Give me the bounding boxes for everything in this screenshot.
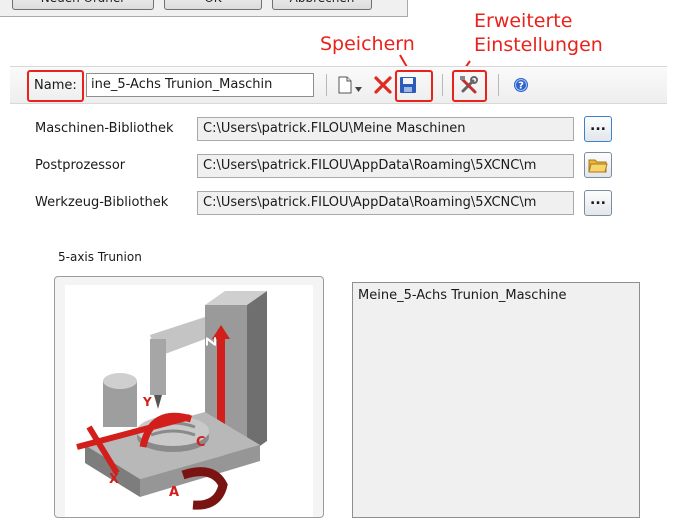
annotation-name-highlight xyxy=(27,70,84,102)
machine-preview-panel[interactable]: Z Y X C A xyxy=(54,276,324,518)
toolbar-separator xyxy=(498,74,499,96)
cancel-button[interactable]: Abbrechen xyxy=(272,0,372,10)
annotation-save-highlight xyxy=(395,70,433,102)
ok-button[interactable]: OK xyxy=(164,0,262,10)
axis-label-y: Y xyxy=(143,395,152,409)
machine-library-path[interactable]: C:\Users\patrick.FILOU\Meine Maschinen xyxy=(197,117,574,141)
annotation-advanced-highlight xyxy=(452,70,487,102)
annotation-save: Speichern xyxy=(320,33,415,55)
tool-library-label: Werkzeug-Bibliothek xyxy=(35,195,169,210)
axis-label-z: Z xyxy=(205,336,221,347)
tool-library-path[interactable]: C:\Users\patrick.FILOU\AppData\Roaming\5… xyxy=(197,191,574,215)
delete-icon[interactable] xyxy=(374,76,392,94)
help-icon[interactable]: ? xyxy=(513,77,529,93)
machine-type-label: 5-axis Trunion xyxy=(58,250,142,264)
axis-label-x: X xyxy=(109,472,120,487)
dropdown-arrow-icon[interactable] xyxy=(355,82,363,92)
machine-library-label: Maschinen-Bibliothek xyxy=(35,121,174,136)
browse-postprocessor-button[interactable] xyxy=(584,152,612,178)
machine-name-input[interactable]: ine_5-Achs Trunion_Maschin xyxy=(86,73,314,97)
machine-illustration xyxy=(65,285,313,517)
toolbar-separator xyxy=(442,74,443,96)
list-item[interactable]: Meine_5-Achs Trunion_Maschine xyxy=(358,288,634,303)
postprocessor-path[interactable]: C:\Users\patrick.FILOU\AppData\Roaming\5… xyxy=(197,154,574,178)
new-document-icon[interactable] xyxy=(337,76,353,94)
open-folder-icon xyxy=(588,159,608,178)
annotation-advanced-line1: Erweiterte xyxy=(474,10,573,32)
axis-label-a: A xyxy=(169,485,180,500)
annotation-advanced-line2: Einstellungen xyxy=(474,34,603,56)
toolbar-separator xyxy=(326,74,327,96)
new-folder-button[interactable]: Neuen Ordner erstellen xyxy=(12,0,154,10)
browse-machine-library-button[interactable]: ... xyxy=(584,116,612,142)
axis-label-c: C xyxy=(196,435,206,450)
svg-text:?: ? xyxy=(518,81,524,92)
browse-tool-library-button[interactable]: ... xyxy=(584,190,612,216)
machine-list[interactable]: Meine_5-Achs Trunion_Maschine xyxy=(352,282,640,518)
postprocessor-label: Postprozessor xyxy=(35,158,126,173)
